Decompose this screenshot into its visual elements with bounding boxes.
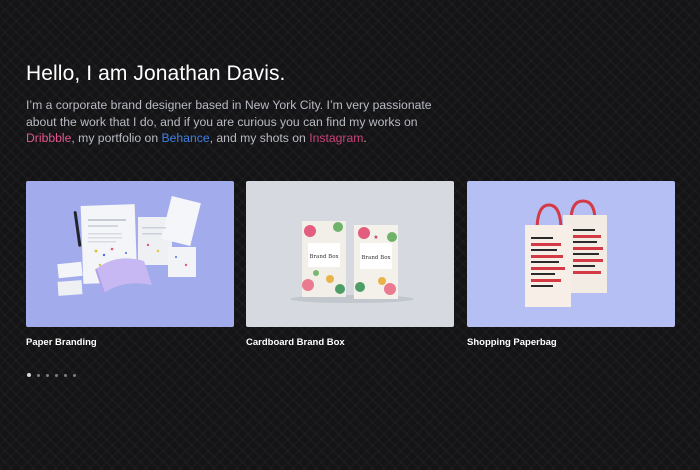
carousel-pagination xyxy=(27,373,76,377)
project-card-cardboard-brand-box[interactable]: ★ Brand Box Brand Box Cardboard Brand Bo… xyxy=(246,181,454,348)
box-label: Brand Box xyxy=(361,255,391,261)
project-card-paper-branding[interactable]: Paper Branding xyxy=(26,181,234,348)
pagination-dot-3[interactable] xyxy=(46,373,49,377)
intro-text-2: , my portfolio on xyxy=(71,131,162,145)
pagination-dot-5[interactable] xyxy=(64,373,67,377)
pagination-dot-1[interactable] xyxy=(27,373,31,377)
paperbag-mockup-image xyxy=(525,199,607,307)
paper-branding-mockup-image xyxy=(57,196,201,296)
project-thumbnail[interactable] xyxy=(467,181,675,327)
project-thumbnail[interactable] xyxy=(26,181,234,327)
pagination-dot-2[interactable] xyxy=(37,373,40,377)
project-card-shopping-paperbag[interactable]: Shopping Paperbag xyxy=(467,181,675,348)
intro-text-1: I’m a corporate brand designer based in … xyxy=(26,98,432,129)
page-title: Hello, I am Jonathan Davis. xyxy=(26,62,286,85)
pagination-dot-6[interactable] xyxy=(73,373,76,377)
project-title[interactable]: Shopping Paperbag xyxy=(467,337,675,348)
instagram-link[interactable]: Instagram xyxy=(309,131,363,145)
intro-paragraph: I’m a corporate brand designer based in … xyxy=(26,97,446,147)
svg-text:★: ★ xyxy=(373,234,378,241)
brand-box-mockup-image: ★ Brand Box Brand Box xyxy=(290,221,414,303)
project-title[interactable]: Cardboard Brand Box xyxy=(246,337,454,348)
project-thumbnail[interactable]: ★ Brand Box Brand Box xyxy=(246,181,454,327)
project-title[interactable]: Paper Branding xyxy=(26,337,234,348)
box-label: Brand Box xyxy=(309,254,339,260)
intro-text-3: , and my shots on xyxy=(209,131,310,145)
pagination-dot-4[interactable] xyxy=(55,373,58,377)
dribbble-link[interactable]: Dribbble xyxy=(26,131,71,145)
intro-text-4: . xyxy=(363,131,367,145)
behance-link[interactable]: Behance xyxy=(161,131,209,145)
